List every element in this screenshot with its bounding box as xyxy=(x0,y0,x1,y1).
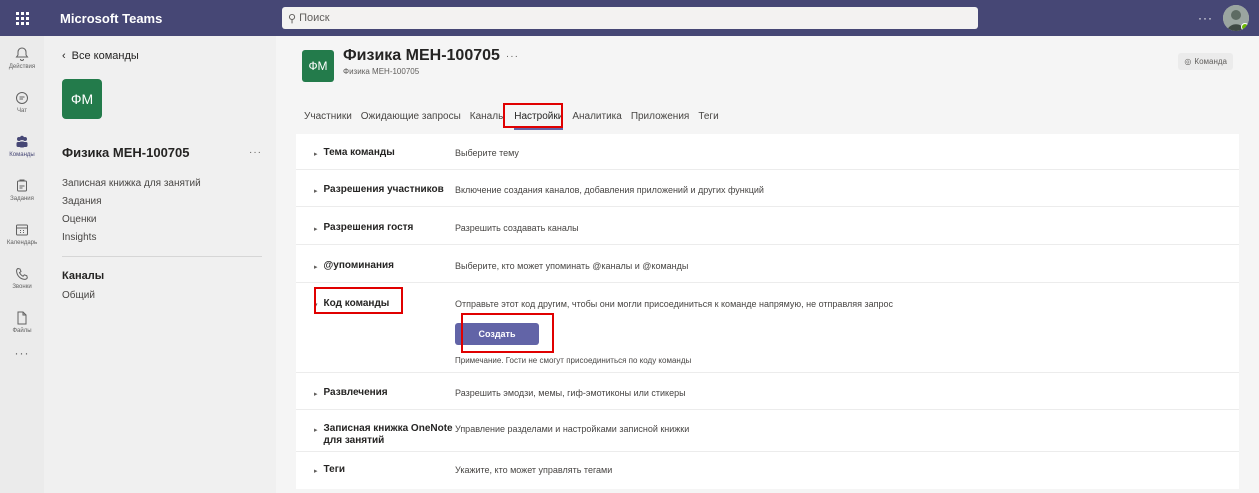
bell-icon xyxy=(15,47,29,61)
rail-item-chat[interactable]: Чат xyxy=(0,80,44,124)
divider xyxy=(62,256,262,257)
teams-icon xyxy=(16,135,28,148)
chevron-right-icon: ▸ xyxy=(314,468,318,475)
more-options-icon[interactable]: ··· xyxy=(1198,11,1213,25)
status-available-icon xyxy=(1241,23,1249,31)
more-apps-icon[interactable]: ··· xyxy=(0,346,44,360)
rail-label: Чат xyxy=(17,108,27,114)
chat-icon xyxy=(16,92,28,104)
team-more-options-icon[interactable]: ··· xyxy=(249,147,262,158)
sidebar-link-insights[interactable]: Insights xyxy=(62,229,262,247)
chevron-right-icon: ▸ xyxy=(314,188,318,195)
team-code-note: Примечание. Гости не смогут присоединить… xyxy=(455,356,692,365)
rail-item-activity[interactable]: Действия xyxy=(0,36,44,80)
avatar[interactable] xyxy=(1223,5,1249,31)
eye-icon: ◎ xyxy=(1184,57,1192,66)
calendar-icon xyxy=(16,224,28,236)
sidebar-link-grades[interactable]: Оценки xyxy=(62,211,262,229)
chevron-right-icon: ▸ xyxy=(314,391,318,398)
row-label: Записная книжка OneNote для занятий xyxy=(323,423,453,446)
tab-channels[interactable]: Каналы xyxy=(470,110,506,126)
assignments-icon xyxy=(17,179,27,192)
search-input[interactable]: ⚲ Поиск xyxy=(282,7,978,29)
rail-label: Задания xyxy=(10,196,34,202)
team-badge[interactable]: ◎ Команда xyxy=(1178,53,1233,70)
sidebar-link-assignments[interactable]: Задания xyxy=(62,193,262,211)
tab-pending-requests[interactable]: Ожидающие запросы xyxy=(361,110,461,126)
settings-row-tags[interactable]: ▸ Теги Укажите, кто может управлять тегам… xyxy=(296,452,1239,489)
page-title: Физика МЕН-100705 xyxy=(343,47,500,64)
settings-row-team-theme[interactable]: ▸ Тема команды Выберите тему xyxy=(296,134,1239,170)
app-title: Microsoft Teams xyxy=(60,10,163,26)
row-description: Отправьте этот код другим, чтобы они мог… xyxy=(455,299,894,309)
file-icon xyxy=(17,311,27,325)
team-header: ФМ Физика МЕН-100705 ··· Физика МЕН-1007… xyxy=(302,47,519,82)
rail-item-calls[interactable]: Звонки xyxy=(0,256,44,300)
row-description: Укажите, кто может управлять тегами xyxy=(455,465,613,475)
channel-item-general[interactable]: Общий xyxy=(62,287,262,305)
chevron-right-icon: ▸ xyxy=(314,226,318,233)
phone-icon xyxy=(16,267,28,280)
row-label: Тема команды xyxy=(323,147,395,158)
settings-row-guest-permissions[interactable]: ▸ Разрешения гостя Разрешить создавать ка… xyxy=(296,207,1239,245)
rail-label: Файлы xyxy=(12,328,32,334)
row-label: Разрешения участников xyxy=(323,184,444,195)
tab-members[interactable]: Участники xyxy=(304,110,352,126)
header-more-options-icon[interactable]: ··· xyxy=(506,51,519,62)
row-description: Включение создания каналов, добавления п… xyxy=(455,185,764,195)
settings-row-onenote-class-notebook[interactable]: ▸ Записная книжка OneNote для занятий Упр… xyxy=(296,410,1239,452)
tab-analytics[interactable]: Аналитика xyxy=(572,110,622,126)
row-description: Выберите тему xyxy=(455,148,519,158)
team-subtitle: Физика МЕН-100705 xyxy=(343,67,420,76)
channels-header: Каналы xyxy=(62,270,105,282)
search-placeholder: Поиск xyxy=(299,12,330,24)
rail-label: Команды xyxy=(9,152,35,158)
chevron-right-icon: ▸ xyxy=(314,151,318,158)
tab-apps[interactable]: Приложения xyxy=(631,110,690,126)
rail-item-calendar[interactable]: Календарь xyxy=(0,212,44,256)
team-avatar: ФМ xyxy=(62,79,102,119)
row-label: Теги xyxy=(323,464,345,475)
settings-row-team-code[interactable]: ▾ Код команды Отправьте этот код другим, … xyxy=(296,283,1239,373)
team-badge-label: Команда xyxy=(1194,57,1227,66)
chevron-left-icon: ‹ xyxy=(62,50,66,62)
row-description: Разрешить создавать каналы xyxy=(455,223,579,233)
rail-item-files[interactable]: Файлы xyxy=(0,300,44,344)
sidebar-team-name: Физика МЕН-100705 xyxy=(62,145,190,160)
settings-panel: ▸ Тема команды Выберите тему ▸ Разрешения … xyxy=(296,134,1239,489)
rail-label: Звонки xyxy=(12,284,32,290)
rail-item-teams[interactable]: Команды xyxy=(0,124,44,168)
rail-label: Действия xyxy=(8,64,36,70)
team-avatar: ФМ xyxy=(302,50,334,82)
main-content: ФМ Физика МЕН-100705 ··· Физика МЕН-1007… xyxy=(276,36,1259,493)
sidebar-link-class-notebook[interactable]: Записная книжка для занятий xyxy=(62,175,262,193)
row-label: Развлечения xyxy=(323,387,388,398)
back-label: Все команды xyxy=(71,50,139,62)
chevron-right-icon: ▸ xyxy=(314,264,318,271)
settings-row-mentions[interactable]: ▸ @упоминания Выберите, кто может упомина… xyxy=(296,245,1239,283)
back-to-teams-link[interactable]: ‹ Все команды xyxy=(62,50,262,62)
search-icon: ⚲ xyxy=(288,12,297,25)
app-launcher-icon[interactable] xyxy=(0,0,44,36)
row-description: Управление разделами и настройками запис… xyxy=(455,424,690,434)
settings-row-member-permissions[interactable]: ▸ Разрешения участников Включение создани… xyxy=(296,170,1239,207)
highlight-box-settings-tab xyxy=(503,103,563,128)
row-description: Разрешить эмодзи, мемы, гиф-эмотиконы ил… xyxy=(455,388,686,398)
app-rail: Действия Чат Команды Задания Календарь З… xyxy=(0,36,44,493)
highlight-box-create-button xyxy=(461,313,554,353)
top-bar: Microsoft Teams ⚲ Поиск ··· xyxy=(0,0,1259,36)
tab-tags[interactable]: Теги xyxy=(698,110,718,126)
row-label: @упоминания xyxy=(323,260,395,271)
highlight-box-team-code xyxy=(314,287,403,314)
row-label: Разрешения гостя xyxy=(323,222,414,233)
rail-label: Календарь xyxy=(6,240,38,246)
row-description: Выберите, кто может упоминать @каналы и … xyxy=(455,261,689,271)
rail-item-assignments[interactable]: Задания xyxy=(0,168,44,212)
settings-row-fun-stuff[interactable]: ▸ Развлечения Разрешить эмодзи, мемы, гиф… xyxy=(296,373,1239,410)
chevron-right-icon: ▸ xyxy=(314,427,318,434)
team-sidebar: ‹ Все команды ФМ Физика МЕН-100705 ··· З… xyxy=(44,36,276,493)
